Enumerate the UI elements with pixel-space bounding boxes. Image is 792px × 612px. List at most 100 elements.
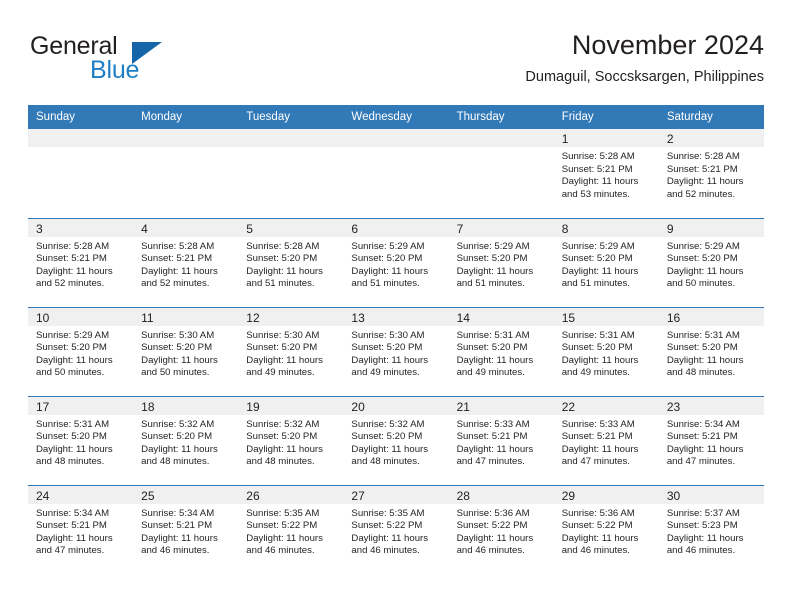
day-details: Sunrise: 5:34 AM Sunset: 5:21 PM Daylight:… — [133, 504, 238, 558]
day-details: Sunrise: 5:28 AM Sunset: 5:21 PM Daylight:… — [133, 237, 238, 291]
calendar-day-cell-empty — [133, 129, 239, 218]
calendar-day-cell[interactable]: 13 Sunrise: 5:30 AM Sunset: 5:20 PM Dayligh… — [343, 306, 449, 396]
day-details: Sunrise: 5:28 AM Sunset: 5:21 PM Daylight:… — [554, 147, 659, 201]
calendar-day-cell[interactable]: 2 Sunrise: 5:28 AM Sunset: 5:21 PM Daylight… — [658, 129, 764, 218]
daylight-text: Daylight: 11 hours and 46 minutes. — [246, 532, 323, 557]
calendar-day-cell[interactable]: 5 Sunrise: 5:28 AM Sunset: 5:20 PM Daylight… — [238, 217, 344, 307]
sunrise-text: Sunrise: 5:28 AM — [666, 151, 740, 162]
day-number: 8 — [553, 218, 659, 237]
calendar-day-cell[interactable]: 21 Sunrise: 5:33 AM Sunset: 5:21 PM Dayligh… — [448, 395, 554, 485]
weekday-header-wednesday: Wednesday — [343, 105, 449, 129]
day-details: Sunrise: 5:28 AM Sunset: 5:21 PM Daylight:… — [28, 237, 133, 291]
calendar-day-cell[interactable]: 16 Sunrise: 5:31 AM Sunset: 5:20 PM Dayligh… — [658, 306, 764, 396]
sunrise-text: Sunrise: 5:35 AM — [246, 507, 320, 519]
day-cell-inner: 14 Sunrise: 5:31 AM Sunset: 5:20 PM Dayligh… — [448, 307, 554, 396]
day-number: 27 — [343, 485, 449, 504]
calendar-day-cell[interactable]: 1 Sunrise: 5:28 AM Sunset: 5:21 PM Daylight… — [553, 129, 659, 218]
calendar-day-cell[interactable]: 22 Sunrise: 5:33 AM Sunset: 5:21 PM Dayligh… — [553, 395, 659, 485]
sunset-text: Sunset: 5:23 PM — [666, 520, 738, 532]
day-number: 23 — [658, 396, 764, 415]
weekday-header-sunday: Sunday — [28, 105, 134, 129]
sunset-text: Sunset: 5:20 PM — [561, 342, 633, 354]
day-details — [133, 147, 239, 151]
page-subtitle: Dumaguil, Soccsksargen, Philippines — [525, 69, 764, 86]
sunset-text: Sunset: 5:20 PM — [351, 431, 423, 443]
calendar-day-cell[interactable]: 24 Sunrise: 5:34 AM Sunset: 5:21 PM Dayligh… — [28, 484, 134, 574]
title-block: November 2024 Dumaguil, Soccsksargen, Ph… — [525, 30, 764, 85]
day-details: Sunrise: 5:31 AM Sunset: 5:20 PM Daylight:… — [659, 326, 764, 380]
sunrise-text: Sunrise: 5:32 AM — [141, 418, 215, 430]
day-number: 30 — [658, 485, 764, 504]
daylight-text: Daylight: 11 hours and 48 minutes. — [351, 443, 429, 468]
day-cell-inner: 7 Sunrise: 5:29 AM Sunset: 5:20 PM Daylight… — [448, 218, 554, 307]
sunset-text: Sunset: 5:21 PM — [141, 253, 213, 265]
sunset-text: Sunset: 5:20 PM — [666, 342, 738, 354]
sunrise-text: Sunrise: 5:36 AM — [561, 507, 635, 519]
day-cell-inner: 23 Sunrise: 5:34 AM Sunset: 5:21 PM Dayligh… — [658, 396, 764, 485]
day-details: Sunrise: 5:36 AM Sunset: 5:22 PM Daylight:… — [449, 504, 554, 558]
calendar-day-cell[interactable]: 12 Sunrise: 5:30 AM Sunset: 5:20 PM Dayligh… — [238, 306, 344, 396]
weekday-header-tuesday: Tuesday — [238, 105, 344, 129]
page-header: General Blue November 2024 Dumaguil, Soc… — [28, 30, 764, 98]
calendar-week-row: 1 Sunrise: 5:28 AM Sunset: 5:21 PM Daylight… — [28, 129, 764, 218]
calendar-day-cell[interactable]: 15 Sunrise: 5:31 AM Sunset: 5:20 PM Dayligh… — [553, 306, 659, 396]
daylight-text: Daylight: 11 hours and 46 minutes. — [561, 532, 639, 557]
brand-logo[interactable]: General Blue — [28, 32, 258, 90]
calendar-day-cell[interactable]: 14 Sunrise: 5:31 AM Sunset: 5:20 PM Dayligh… — [448, 306, 554, 396]
calendar-day-cell[interactable]: 19 Sunrise: 5:32 AM Sunset: 5:20 PM Dayligh… — [238, 395, 344, 485]
calendar-day-cell[interactable]: 20 Sunrise: 5:32 AM Sunset: 5:20 PM Dayligh… — [343, 395, 449, 485]
day-cell-inner — [448, 129, 554, 218]
calendar-day-cell[interactable]: 28 Sunrise: 5:36 AM Sunset: 5:22 PM Dayligh… — [448, 484, 554, 575]
sunrise-text: Sunrise: 5:34 AM — [36, 507, 110, 519]
day-cell-inner: 15 Sunrise: 5:31 AM Sunset: 5:20 PM Dayligh… — [553, 307, 659, 396]
weekday-header-saturday: Saturday — [658, 105, 764, 129]
calendar-day-cell[interactable]: 8 Sunrise: 5:29 AM Sunset: 5:20 PM Daylight… — [553, 217, 659, 307]
sunrise-text: Sunrise: 5:29 AM — [351, 240, 425, 252]
calendar-day-cell[interactable]: 9 Sunrise: 5:29 AM Sunset: 5:20 PM Daylight… — [658, 217, 764, 307]
day-cell-inner: 6 Sunrise: 5:29 AM Sunset: 5:20 PM Daylight… — [343, 218, 449, 307]
day-cell-inner: 10 Sunrise: 5:29 AM Sunset: 5:20 PM Dayligh… — [28, 307, 134, 396]
sunset-text: Sunset: 5:22 PM — [246, 520, 318, 532]
sunset-text: Sunset: 5:21 PM — [666, 431, 738, 443]
calendar-day-cell[interactable]: 6 Sunrise: 5:29 AM Sunset: 5:20 PM Daylight… — [343, 217, 449, 307]
sunset-text: Sunset: 5:20 PM — [351, 253, 423, 265]
calendar-day-cell[interactable]: 30 Sunrise: 5:37 AM Sunset: 5:23 PM Dayligh… — [658, 484, 764, 575]
calendar-day-cell[interactable]: 3 Sunrise: 5:28 AM Sunset: 5:21 PM Daylight… — [28, 217, 134, 307]
calendar-day-cell[interactable]: 18 Sunrise: 5:32 AM Sunset: 5:20 PM Dayligh… — [133, 395, 239, 485]
calendar-day-cell[interactable]: 10 Sunrise: 5:29 AM Sunset: 5:20 PM Dayligh… — [28, 306, 134, 396]
daylight-text: Daylight: 11 hours and 49 minutes. — [351, 354, 429, 379]
sunrise-text: Sunrise: 5:28 AM — [141, 240, 215, 252]
calendar-day-cell[interactable]: 17 Sunrise: 5:31 AM Sunset: 5:20 PM Dayligh… — [28, 395, 134, 485]
day-cell-inner: 9 Sunrise: 5:29 AM Sunset: 5:20 PM Daylight… — [658, 218, 764, 307]
day-number: 14 — [448, 307, 554, 326]
calendar-day-cell[interactable]: 11 Sunrise: 5:30 AM Sunset: 5:20 PM Dayligh… — [133, 306, 239, 396]
calendar-day-cell[interactable]: 26 Sunrise: 5:35 AM Sunset: 5:22 PM Dayligh… — [238, 484, 344, 574]
day-number: 3 — [28, 218, 134, 237]
day-details: Sunrise: 5:33 AM Sunset: 5:21 PM Daylight:… — [554, 415, 659, 469]
day-cell-inner: 25 Sunrise: 5:34 AM Sunset: 5:21 PM Dayligh… — [133, 485, 239, 575]
sunset-text: Sunset: 5:20 PM — [561, 253, 633, 265]
calendar-day-cell-empty — [238, 129, 344, 218]
day-cell-inner: 28 Sunrise: 5:36 AM Sunset: 5:22 PM Dayligh… — [448, 485, 554, 575]
calendar-day-cell[interactable]: 23 Sunrise: 5:34 AM Sunset: 5:21 PM Dayligh… — [658, 395, 764, 485]
calendar-day-cell[interactable]: 29 Sunrise: 5:36 AM Sunset: 5:22 PM Dayligh… — [553, 484, 659, 574]
calendar-page: General Blue November 2024 Dumaguil, Soc… — [0, 0, 792, 612]
sunset-text: Sunset: 5:22 PM — [561, 520, 633, 532]
day-number: 10 — [28, 307, 134, 326]
weekday-header-friday: Friday — [553, 105, 659, 129]
day-number: 12 — [238, 307, 344, 326]
sunset-text: Sunset: 5:20 PM — [36, 431, 107, 443]
daylight-text: Daylight: 11 hours and 50 minutes. — [36, 354, 113, 379]
day-cell-inner: 21 Sunrise: 5:33 AM Sunset: 5:21 PM Dayligh… — [448, 396, 554, 485]
sunrise-text: Sunrise: 5:30 AM — [246, 329, 320, 341]
calendar-day-cell[interactable]: 4 Sunrise: 5:28 AM Sunset: 5:21 PM Daylight… — [133, 217, 239, 307]
calendar-day-cell[interactable]: 25 Sunrise: 5:34 AM Sunset: 5:21 PM Dayligh… — [133, 484, 239, 575]
day-cell-inner: 30 Sunrise: 5:37 AM Sunset: 5:23 PM Dayligh… — [658, 485, 764, 575]
day-details: Sunrise: 5:34 AM Sunset: 5:21 PM Daylight:… — [28, 504, 133, 558]
daylight-text: Daylight: 11 hours and 48 minutes. — [666, 354, 744, 379]
day-details: Sunrise: 5:30 AM Sunset: 5:20 PM Daylight:… — [133, 326, 238, 380]
day-number: 21 — [448, 396, 554, 415]
calendar-day-cell[interactable]: 7 Sunrise: 5:29 AM Sunset: 5:20 PM Daylight… — [448, 217, 554, 307]
calendar-day-cell[interactable]: 27 Sunrise: 5:35 AM Sunset: 5:22 PM Dayligh… — [343, 484, 449, 574]
weekday-header-thursday: Thursday — [448, 105, 554, 129]
